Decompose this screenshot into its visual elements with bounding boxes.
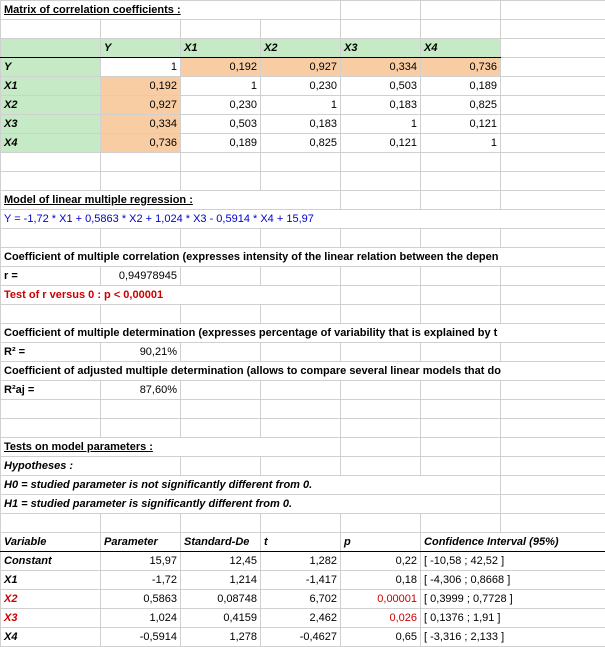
- param-t: -0,4627: [261, 628, 341, 647]
- param-se: 12,45: [181, 552, 261, 571]
- matrix-cell: 0,334: [101, 115, 181, 134]
- param-estimate: 1,024: [101, 609, 181, 628]
- r-value: 0,94978945: [101, 267, 181, 286]
- param-p: 0,18: [341, 571, 421, 590]
- r2aj-label: R²aj =: [1, 381, 101, 400]
- matrix-col-header: X3: [341, 39, 421, 58]
- r2-value: 90,21%: [101, 343, 181, 362]
- matrix-row-header: X1: [1, 77, 101, 96]
- matrix-cell: 0,230: [181, 96, 261, 115]
- param-ci: [ 0,1376 ; 1,91 ]: [421, 609, 605, 628]
- matrix-cell: 0,189: [421, 77, 501, 96]
- param-ci: [ -3,316 ; 2,133 ]: [421, 628, 605, 647]
- param-p: 0,22: [341, 552, 421, 571]
- h1: H1 = studied parameter is significantly …: [1, 495, 501, 514]
- coef-mult-det-label: Coefficient of multiple determination (e…: [1, 324, 605, 343]
- param-estimate: -1,72: [101, 571, 181, 590]
- param-se: 0,4159: [181, 609, 261, 628]
- matrix-cell: 0,825: [421, 96, 501, 115]
- matrix-row-header: X2: [1, 96, 101, 115]
- matrix-col-header: X2: [261, 39, 341, 58]
- matrix-cell: 0,183: [261, 115, 341, 134]
- param-estimate: 15,97: [101, 552, 181, 571]
- matrix-cell: 1: [341, 115, 421, 134]
- param-header: Standard-De: [181, 533, 261, 552]
- hypotheses-label: Hypotheses :: [1, 457, 181, 476]
- matrix-cell: 1: [101, 58, 181, 77]
- matrix-cell: 0,192: [101, 77, 181, 96]
- matrix-cell: 0,183: [341, 96, 421, 115]
- matrix-cell: 0,503: [341, 77, 421, 96]
- matrix-cell: 0,927: [261, 58, 341, 77]
- matrix-row-header: X4: [1, 134, 101, 153]
- matrix-cell: 0,503: [181, 115, 261, 134]
- model-title: Model of linear multiple regression :: [1, 191, 341, 210]
- param-estimate: -0,5914: [101, 628, 181, 647]
- matrix-cell: 0,192: [181, 58, 261, 77]
- matrix-cell: 0,121: [341, 134, 421, 153]
- param-se: 0,08748: [181, 590, 261, 609]
- param-t: 1,282: [261, 552, 341, 571]
- tests-title: Tests on model parameters :: [1, 438, 341, 457]
- param-variable: X2: [1, 590, 101, 609]
- param-ci: [ -10,58 ; 42,52 ]: [421, 552, 605, 571]
- matrix-cell: 0,927: [101, 96, 181, 115]
- param-header: Confidence Interval (95%): [421, 533, 605, 552]
- param-header: p: [341, 533, 421, 552]
- matrix-cell: 0,334: [341, 58, 421, 77]
- param-header: Variable: [1, 533, 101, 552]
- param-header: Parameter: [101, 533, 181, 552]
- model-formula: Y = -1,72 * X1 + 0,5863 * X2 + 1,024 * X…: [1, 210, 605, 229]
- param-t: 2,462: [261, 609, 341, 628]
- param-ci: [ -4,306 ; 0,8668 ]: [421, 571, 605, 590]
- param-t: -1,417: [261, 571, 341, 590]
- param-variable: X4: [1, 628, 101, 647]
- param-p: 0,65: [341, 628, 421, 647]
- matrix-cell: 0,736: [101, 134, 181, 153]
- param-variable: Constant: [1, 552, 101, 571]
- matrix-cell: 0,189: [181, 134, 261, 153]
- r2-label: R² =: [1, 343, 101, 362]
- matrix-cell: 1: [421, 134, 501, 153]
- matrix-cell: 0,121: [421, 115, 501, 134]
- matrix-cell: 1: [181, 77, 261, 96]
- param-p: 0,026: [341, 609, 421, 628]
- matrix-row-header: X3: [1, 115, 101, 134]
- matrix-col-header: X4: [421, 39, 501, 58]
- param-se: 1,278: [181, 628, 261, 647]
- coef-mult-corr-label: Coefficient of multiple correlation (exp…: [1, 248, 605, 267]
- matrix-col-header: X1: [181, 39, 261, 58]
- matrix-cell: 0,230: [261, 77, 341, 96]
- test-r: Test of r versus 0 : p < 0,00001: [1, 286, 341, 305]
- param-t: 6,702: [261, 590, 341, 609]
- coef-adj-det-label: Coefficient of adjusted multiple determi…: [1, 362, 605, 381]
- param-estimate: 0,5863: [101, 590, 181, 609]
- matrix-cell: 0,825: [261, 134, 341, 153]
- matrix-cell: 0,736: [421, 58, 501, 77]
- h0: H0 = studied parameter is not significan…: [1, 476, 501, 495]
- r-label: r =: [1, 267, 101, 286]
- param-header: t: [261, 533, 341, 552]
- param-variable: X3: [1, 609, 101, 628]
- matrix-cell: 1: [261, 96, 341, 115]
- param-se: 1,214: [181, 571, 261, 590]
- r2aj-value: 87,60%: [101, 381, 181, 400]
- spreadsheet: Matrix of correlation coefficients :YX1X…: [0, 0, 605, 647]
- param-ci: [ 0,3999 ; 0,7728 ]: [421, 590, 605, 609]
- matrix-row-header: Y: [1, 58, 101, 77]
- matrix-col-header: Y: [101, 39, 181, 58]
- param-p: 0,00001: [341, 590, 421, 609]
- param-variable: X1: [1, 571, 101, 590]
- matrix-title: Matrix of correlation coefficients :: [1, 1, 341, 20]
